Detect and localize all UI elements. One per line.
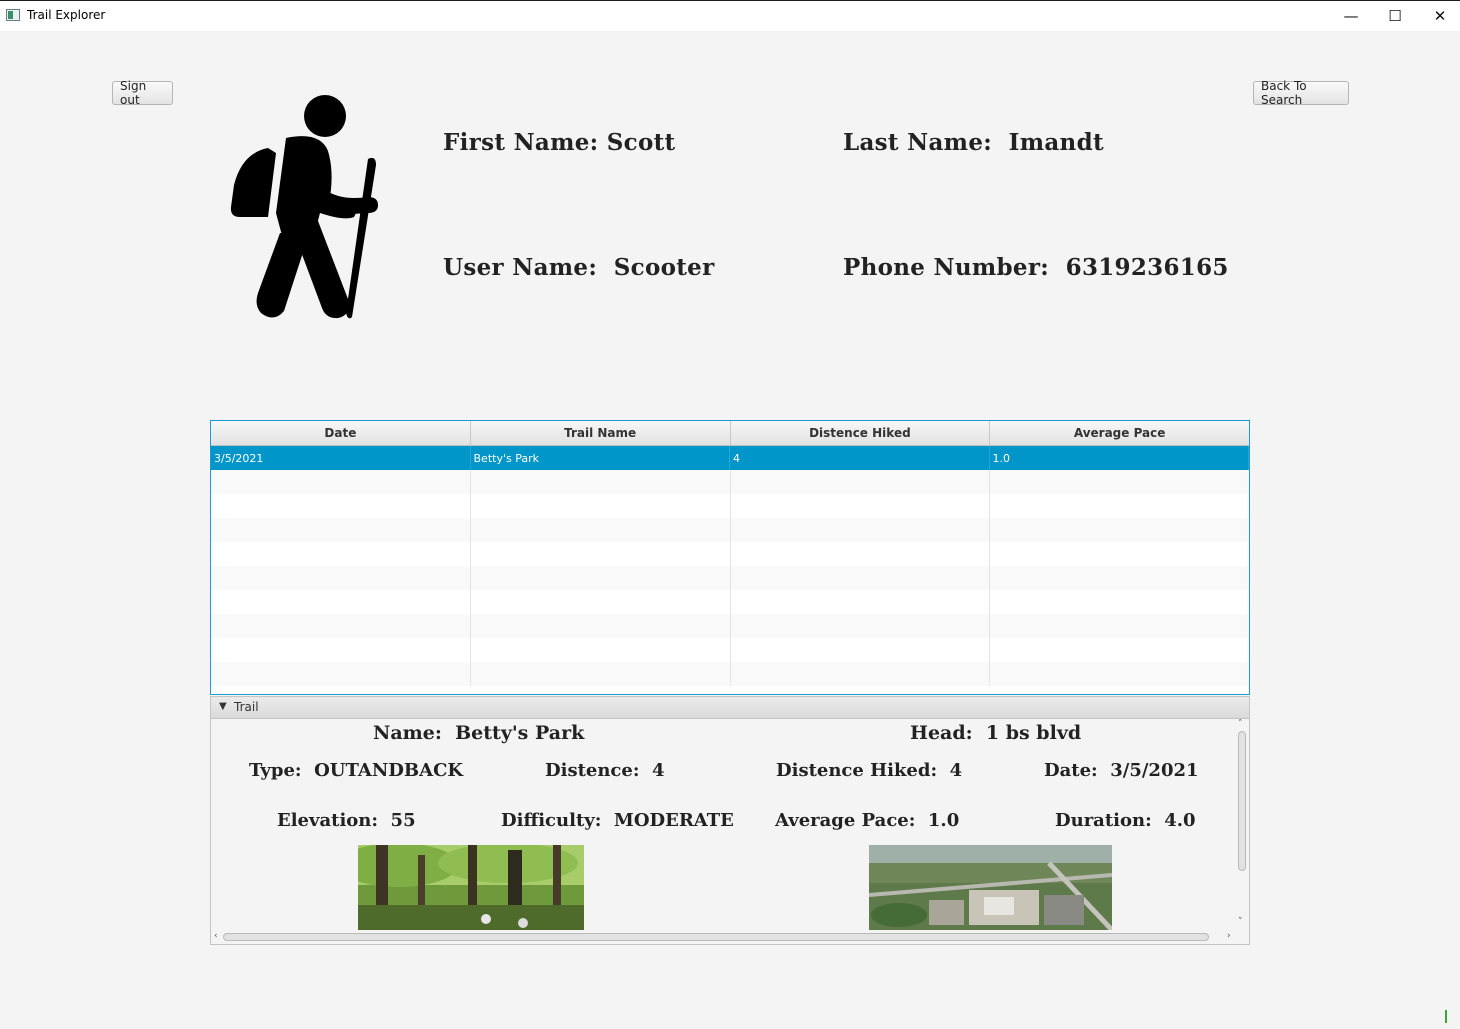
empty-table-row [211,566,1249,590]
empty-table-row [211,638,1249,662]
app-icon [6,9,20,21]
table-row[interactable]: 3/5/2021 Betty's Park 4 1.0 [211,446,1249,470]
scroll-right-icon[interactable]: › [1227,931,1231,941]
status-indicator [1445,1010,1447,1023]
distence-hiked-label: Distence Hiked: 4 [776,760,963,781]
hike-date-label: Date: 3/5/2021 [1044,760,1199,781]
trail-distence-label: Distence: 4 [545,760,665,781]
elevation-label: Elevation: 55 [277,810,416,831]
collapse-arrow-icon: ▼ [219,701,227,712]
column-header-distence-hiked[interactable]: Distence Hiked [731,421,991,445]
close-icon: ✕ [1433,7,1447,25]
last-name-label: Last Name: Imandt [843,129,1104,156]
horizontal-scroll-thumb[interactable] [223,933,1209,941]
scroll-up-icon[interactable]: ˄ [1238,719,1243,729]
minimize-button[interactable]: — [1328,1,1374,31]
empty-table-row [211,590,1249,614]
empty-table-row [211,662,1249,686]
cell-trail-name: Betty's Park [471,446,730,470]
trail-head-label: Head: 1 bs blvd [910,722,1082,744]
trail-pane-header[interactable]: ▼ Trail [210,696,1250,719]
column-header-average-pace[interactable]: Average Pace [990,421,1249,445]
empty-table-row [211,470,1249,494]
average-pace-label: Average Pace: 1.0 [775,810,960,831]
cell-average-pace: 1.0 [990,446,1249,470]
close-button[interactable]: ✕ [1417,1,1460,31]
difficulty-label: Difficulty: MODERATE [501,810,734,831]
maximize-icon: ☐ [1388,7,1402,25]
hiker-icon [230,95,378,319]
trail-details-pane: Name: Betty's Park Head: 1 bs blvd Type:… [210,719,1250,945]
empty-table-row [211,518,1249,542]
duration-label: Duration: 4.0 [1055,810,1196,831]
phone-number-label: Phone Number: 6319236165 [843,254,1229,281]
vertical-scrollbar[interactable]: ˄ ˅ [1235,719,1249,930]
horizontal-scrollbar[interactable]: ‹ › [211,930,1235,944]
minimize-icon: — [1343,7,1359,25]
column-header-date[interactable]: Date [211,421,471,445]
cell-date: 3/5/2021 [211,446,471,470]
hikes-table[interactable]: Date Trail Name Distence Hiked Average P… [210,420,1250,695]
scroll-down-icon[interactable]: ˅ [1238,917,1243,927]
trail-photo-forest [358,845,584,930]
back-to-search-button[interactable]: Back To Search [1253,79,1349,107]
column-header-trail-name[interactable]: Trail Name [471,421,731,445]
first-name-label: First Name: Scott [443,129,676,156]
sign-out-button[interactable]: Sign out [112,79,173,107]
vertical-scroll-thumb[interactable] [1238,731,1246,871]
scroll-left-icon[interactable]: ‹ [214,931,218,941]
maximize-button[interactable]: ☐ [1372,1,1418,31]
empty-table-row [211,614,1249,638]
trail-name-label: Name: Betty's Park [373,722,585,744]
trail-pane-title: Trail [234,700,259,714]
user-name-label: User Name: Scooter [443,254,715,281]
window-title-bar: Trail Explorer — ☐ ✕ [0,0,1460,31]
trail-photo-aerial [869,845,1112,930]
empty-table-row [211,494,1249,518]
window-title: Trail Explorer [27,8,106,22]
cell-distence-hiked: 4 [730,446,990,470]
empty-table-row [211,542,1249,566]
trail-type-label: Type: OUTANDBACK [249,760,464,781]
table-header: Date Trail Name Distence Hiked Average P… [211,421,1249,446]
